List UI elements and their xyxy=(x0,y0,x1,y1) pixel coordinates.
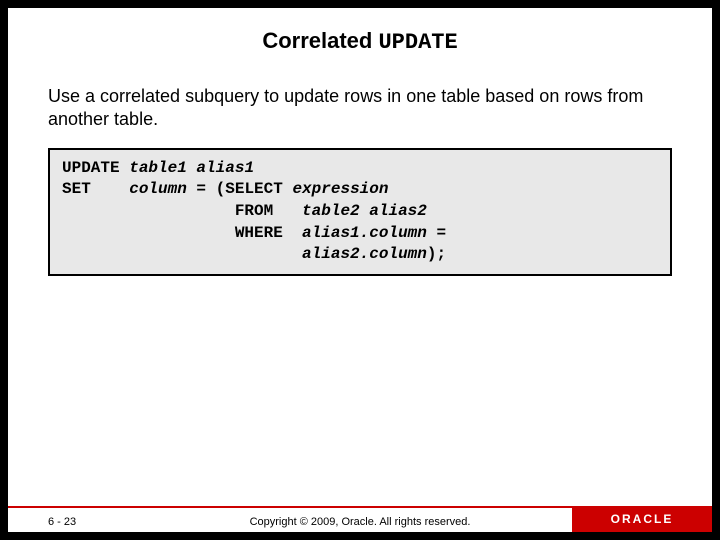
code-keyword: FROM xyxy=(235,202,302,220)
code-block: UPDATE table1 alias1 SET column = (SELEC… xyxy=(48,148,672,276)
code-pad xyxy=(62,202,235,220)
title-text: Correlated xyxy=(262,28,378,53)
code-ident: column xyxy=(129,180,187,198)
logo-badge: ORACLE xyxy=(572,506,712,532)
code-ident: alias2.column xyxy=(302,245,427,263)
slide-title: Correlated UPDATE xyxy=(8,8,712,85)
code-pad xyxy=(62,224,235,242)
code-keyword: SET xyxy=(62,180,129,198)
footer: 6 - 23 Copyright © 2009, Oracle. All rig… xyxy=(8,500,712,532)
code-keyword: = (SELECT xyxy=(187,180,293,198)
oracle-logo: ORACLE xyxy=(611,512,674,526)
code-ident: alias1.column xyxy=(302,224,427,242)
code-op: = xyxy=(427,224,446,242)
code-end: ); xyxy=(427,245,446,263)
code-ident: table2 alias2 xyxy=(302,202,427,220)
footer-divider xyxy=(8,506,572,508)
code-ident: table1 alias1 xyxy=(129,159,254,177)
code-keyword: UPDATE xyxy=(62,159,129,177)
title-code: UPDATE xyxy=(378,30,457,55)
code-ident: expression xyxy=(292,180,388,198)
slide-description: Use a correlated subquery to update rows… xyxy=(8,85,712,148)
code-keyword: WHERE xyxy=(235,224,302,242)
code-pad xyxy=(62,245,302,263)
slide: Correlated UPDATE Use a correlated subqu… xyxy=(8,8,712,532)
